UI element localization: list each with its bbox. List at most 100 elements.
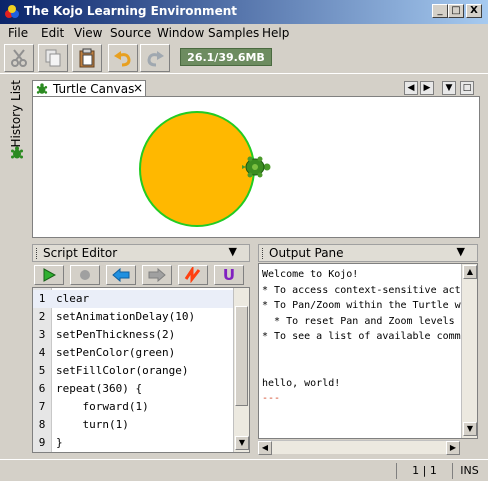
window-title: The Kojo Learning Environment [24,4,237,18]
menu-source[interactable]: Source [110,26,151,40]
run-button[interactable] [34,265,64,285]
editor-scroll-down[interactable]: ▼ [235,436,249,450]
stop-button[interactable] [70,265,100,285]
output-line: * To access context-sensitive act [262,284,461,296]
script-toolbar: U [32,264,248,286]
turtle-icon [11,146,23,159]
menu-help[interactable]: Help [262,26,289,40]
line-number: 6 [38,382,46,395]
menu-file[interactable]: File [8,26,28,40]
stop-icon [80,270,90,280]
status-bar: 1 | 1 INS [0,459,488,481]
output-pane[interactable]: Welcome to Kojo! * To access context-sens… [258,263,478,439]
u-icon: U [222,266,236,284]
code-text: forward(1) [56,400,149,413]
output-line: --- [262,393,281,404]
code-text: setPenThickness(2) [56,328,176,341]
cut-icon [11,49,27,67]
canvas-tab-strip: Turtle Canvas × ◀ ▶ ▼ □ [32,79,480,97]
code-line[interactable]: 6 repeat(360) { [33,380,233,398]
canvas-drawing [139,111,271,227]
code-text: setPenColor(green) [56,346,176,359]
line-number: 7 [38,400,46,413]
undo-icon [114,51,131,67]
output-scroll-up[interactable]: ▲ [463,265,477,279]
turtle-icon [36,83,48,94]
copy-button[interactable] [38,44,68,72]
filled-circle [139,111,255,227]
title-bar: The Kojo Learning Environment _ □ X [0,0,488,24]
editor-scrollbar[interactable]: ▼ [233,288,249,452]
output-line: Welcome to Kojo! [262,269,359,280]
output-line: * To reset Pan and Zoom levels [262,315,455,327]
clear-output-button[interactable] [178,265,208,285]
code-line[interactable]: 2 setAnimationDelay(10) [33,308,233,326]
code-text: clear [56,292,90,305]
line-number: 4 [38,346,46,359]
code-line[interactable]: 3 setPenThickness(2) [33,326,233,344]
copy-icon [45,49,61,67]
scroll-left-button[interactable]: ◀ [404,81,418,95]
minimize-button[interactable]: _ [432,4,448,18]
dropdown-button[interactable]: ▼ [442,81,456,95]
history-back-button[interactable] [106,265,136,285]
code-text: setFillColor(orange) [56,364,189,377]
panel-menu-icon[interactable]: ▼ [457,245,465,258]
output-scroll-right[interactable]: ▶ [446,441,460,455]
code-line[interactable]: 8 turn(1) [33,416,233,434]
code-line[interactable]: 7 forward(1) [33,398,233,416]
arrow-left-icon [112,268,130,282]
history-sidebar: History List [0,76,30,456]
output-line: * To see a list of available comm [262,331,461,342]
maximize-pane-button[interactable]: □ [460,81,474,95]
editor-scroll-thumb[interactable] [235,306,248,406]
output-scroll-down[interactable]: ▼ [463,422,477,436]
history-forward-button[interactable] [142,265,172,285]
scroll-right-button[interactable]: ▶ [420,81,434,95]
paste-button[interactable] [72,44,102,72]
code-text: } [56,436,63,449]
insert-mode: INS [452,463,486,479]
output-scrollbar[interactable]: ▲ ▼ [461,264,477,438]
output-scroll-left[interactable]: ◀ [258,441,272,455]
code-line[interactable]: 4 setPenColor(green) [33,344,233,362]
output-line: * To Pan/Zoom within the Turtle w [262,300,461,311]
line-number: 1 [38,292,46,305]
menu-view[interactable]: View [74,26,102,40]
tab-turtle-canvas[interactable]: Turtle Canvas × [32,80,146,97]
undo-button[interactable] [108,44,138,72]
play-icon [43,268,56,282]
history-list-tab[interactable]: History List [9,80,23,147]
panel-menu-icon[interactable]: ▼ [229,245,237,258]
code-text: turn(1) [56,418,129,431]
tab-close-icon[interactable]: × [133,81,143,95]
line-number: 9 [38,436,46,449]
menu-samples[interactable]: Samples [208,26,259,40]
output-pane-header: Output Pane ▼ [258,244,478,262]
maximize-button[interactable]: □ [448,4,464,18]
code-text: repeat(360) { [56,382,143,395]
squiggle-icon [184,267,201,283]
memory-indicator[interactable]: 26.1/39.6MB [180,48,272,66]
line-number: 8 [38,418,46,431]
cut-button[interactable] [4,44,34,72]
script-editor[interactable]: 1 clear 2 setAnimationDelay(10) 3 setPenThick… [32,287,250,453]
output-line: hello, world! [262,377,341,389]
menu-bar: File Edit View Source Window Samples Hel… [0,24,488,42]
output-pane-title: Output Pane [269,246,344,260]
close-button[interactable]: X [466,4,482,18]
output-hscrollbar[interactable]: ◀ ▶ [258,440,460,455]
script-editor-title: Script Editor [43,246,118,260]
code-line[interactable]: 1 clear [33,290,233,308]
turtle-canvas[interactable] [32,96,480,238]
redo-button[interactable] [140,44,170,72]
code-line[interactable]: 9} [33,434,233,452]
kojo-app-icon [5,5,19,18]
menu-window[interactable]: Window [157,26,204,40]
menu-edit[interactable]: Edit [41,26,64,40]
cursor-position: 1 | 1 [396,463,452,479]
line-number: 2 [38,310,46,323]
arrow-right-icon [148,268,166,282]
upload-button[interactable]: U [214,265,244,285]
code-line[interactable]: 5 setFillColor(orange) [33,362,233,380]
